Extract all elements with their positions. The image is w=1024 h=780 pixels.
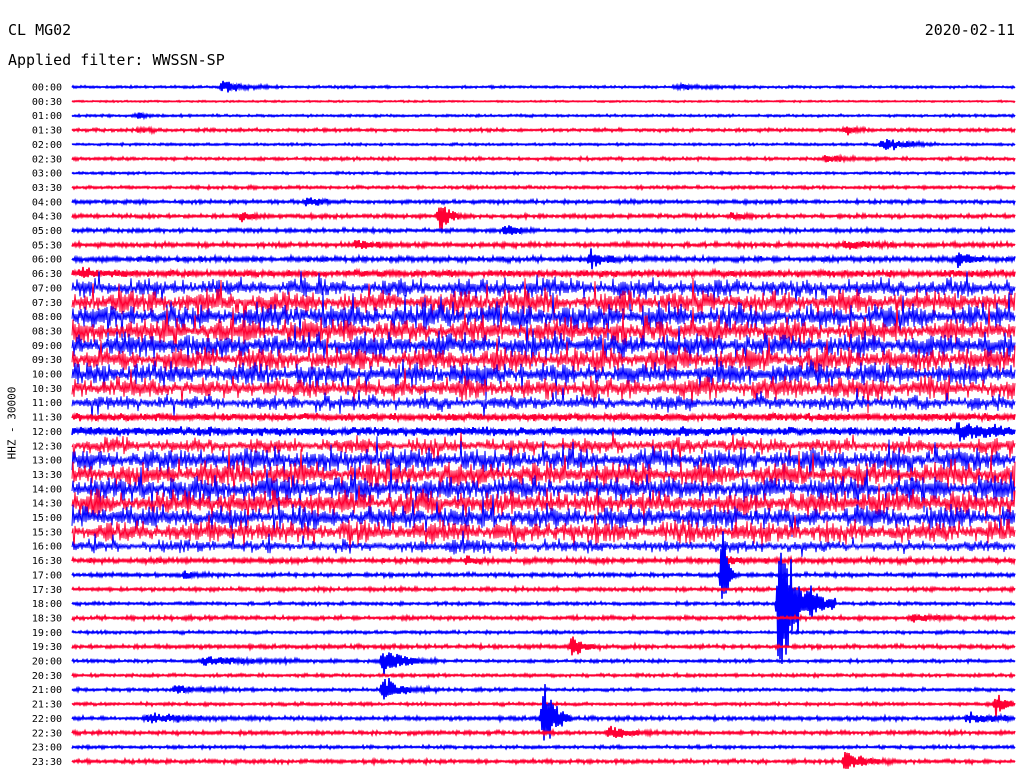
helicorder-plot: 00:00 00:30 01:00 01:30 02:00 02:30 03:00 03:30… <box>32 80 1016 769</box>
trace-row <box>71 743 1016 752</box>
row-time-label: 03:00 <box>32 169 62 180</box>
trace-row <box>71 612 1016 624</box>
trace-row <box>71 124 1016 136</box>
trace-row <box>71 266 1016 280</box>
trace-row <box>71 628 1016 637</box>
trace-row <box>71 636 1016 656</box>
row-time-label: 16:00 <box>32 542 62 553</box>
row-time-label: 10:30 <box>32 384 62 395</box>
trace-row <box>71 99 1016 104</box>
trace-row <box>71 183 1016 192</box>
row-time-label: 11:00 <box>32 398 62 409</box>
row-time-label: 15:00 <box>32 513 62 524</box>
row-time-label: 07:30 <box>32 298 62 309</box>
row-time-label: 03:30 <box>32 183 62 194</box>
row-time-label: 04:30 <box>32 212 62 223</box>
trace-row <box>71 153 1016 164</box>
row-time-label: 19:30 <box>32 642 62 653</box>
row-time-label: 09:00 <box>32 341 62 352</box>
row-time-label: 06:00 <box>32 255 62 266</box>
trace-row <box>71 225 1016 236</box>
row-time-label: 20:00 <box>32 657 62 668</box>
row-time-label: 18:00 <box>32 599 62 610</box>
row-time-label: 00:30 <box>32 97 62 108</box>
trace-row <box>71 410 1016 424</box>
row-time-label: 07:00 <box>32 283 62 294</box>
row-time-label: 13:00 <box>32 456 62 467</box>
row-time-label: 19:00 <box>32 628 62 639</box>
row-time-label: 06:30 <box>32 269 62 280</box>
row-time-label: 04:00 <box>32 197 62 208</box>
row-time-label: 22:00 <box>32 714 62 725</box>
row-time-label: 09:30 <box>32 355 62 366</box>
row-time-label: 15:30 <box>32 527 62 538</box>
seismogram-page: CL MG02 2020-02-11 Applied filter: WWSSN… <box>0 0 1024 780</box>
trace-row <box>71 584 1016 594</box>
row-time-label: 17:00 <box>32 570 62 581</box>
row-time-label: 05:00 <box>32 226 62 237</box>
row-time-label: 02:30 <box>32 154 62 165</box>
trace-row <box>71 197 1016 207</box>
row-time-label: 02:00 <box>32 140 62 151</box>
row-time-label: 16:30 <box>32 556 62 567</box>
row-time-label: 14:30 <box>32 499 62 510</box>
row-time-label: 10:00 <box>32 370 62 381</box>
row-time-label: 12:30 <box>32 441 62 452</box>
trace-row <box>71 751 1016 769</box>
trace-row <box>71 80 1016 93</box>
row-time-label: 08:00 <box>32 312 62 323</box>
trace-row <box>71 170 1016 177</box>
trace-row <box>71 422 1016 442</box>
trace-row <box>71 139 1016 151</box>
row-time-label: 17:30 <box>32 585 62 596</box>
row-time-label: 01:30 <box>32 126 62 137</box>
row-time-label: 20:30 <box>32 671 62 682</box>
row-time-label: 12:00 <box>32 427 62 438</box>
trace-row <box>71 671 1016 680</box>
trace-row <box>71 111 1016 121</box>
row-time-label: 18:30 <box>32 613 62 624</box>
row-time-label: 21:00 <box>32 685 62 696</box>
row-time-label: 01:00 <box>32 111 62 122</box>
row-time-label: 11:30 <box>32 413 62 424</box>
row-time-label: 23:00 <box>32 743 62 754</box>
trace-row <box>71 206 1016 231</box>
row-time-label: 14:00 <box>32 484 62 495</box>
row-time-label: 21:30 <box>32 700 62 711</box>
trace-row <box>71 248 1016 270</box>
trace-row <box>71 652 1016 676</box>
trace-row <box>71 239 1016 251</box>
row-time-label: 05:30 <box>32 240 62 251</box>
row-time-label: 22:30 <box>32 728 62 739</box>
row-time-label: 08:30 <box>32 326 62 337</box>
trace-row <box>71 554 1016 567</box>
row-time-label: 00:00 <box>32 83 62 94</box>
row-time-label: 13:30 <box>32 470 62 481</box>
row-time-label: 23:30 <box>32 757 62 768</box>
